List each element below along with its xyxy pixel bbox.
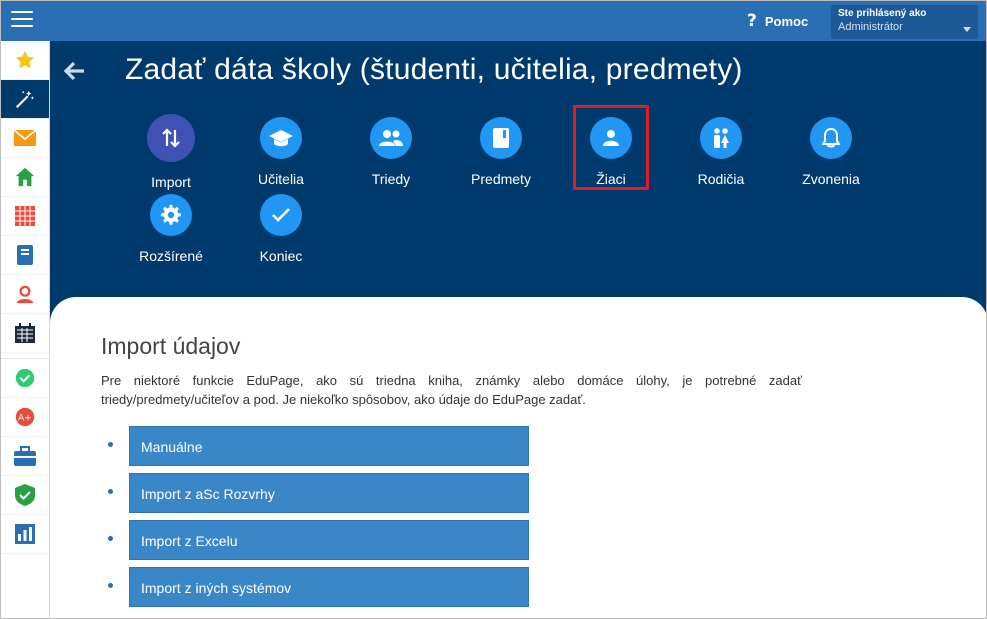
manual-entry-button[interactable]: Manuálne (129, 426, 529, 466)
check-icon (260, 194, 302, 236)
wizard-step-label: Triedy (371, 171, 411, 187)
user-role: Administrátor (838, 21, 903, 33)
page-title: Zadať dáta školy (študenti, učitelia, pr… (125, 53, 743, 86)
wizard-step-advanced[interactable]: Rozšírené (116, 194, 226, 264)
gear-icon (150, 194, 192, 236)
sidebar-item-calendar[interactable] (1, 197, 49, 236)
bell-icon (810, 117, 852, 159)
wizard-step-label: Učitelia (258, 171, 304, 187)
import-excel-button[interactable]: Import z Excelu (129, 520, 529, 560)
sidebar-item-security[interactable] (1, 476, 49, 515)
wizard-step-label: Rozšírené (139, 248, 203, 264)
checkmark-icon (15, 368, 35, 388)
sidebar-item-home[interactable] (1, 158, 49, 197)
book-icon (480, 117, 522, 159)
sidebar-item-work[interactable] (1, 437, 49, 476)
graduation-cap-icon (260, 117, 302, 159)
chevron-down-icon (963, 27, 971, 32)
bullet (108, 489, 113, 494)
parents-icon (700, 117, 742, 159)
bullet (108, 583, 113, 588)
question-icon: ? (747, 11, 757, 31)
svg-text:A+: A+ (18, 413, 32, 424)
envelope-icon (14, 130, 36, 146)
wizard-step-label: Zvonenia (802, 171, 860, 187)
import-arrows-icon (147, 114, 195, 162)
calendar-grid-icon (15, 206, 35, 226)
wizard-step-label: Predmety (471, 171, 531, 187)
bar-chart-icon (15, 524, 35, 544)
user-menu[interactable]: Ste prihlásený ako Administrátor (831, 5, 978, 39)
sidebar-item-messages[interactable] (1, 119, 49, 158)
bullet (108, 536, 113, 541)
back-arrow-icon (63, 61, 84, 81)
wizard-step-subjects[interactable]: Predmety (446, 117, 556, 187)
sidebar-item-timetable[interactable] (1, 314, 49, 353)
wizard-step-bells[interactable]: Zvonenia (776, 117, 886, 187)
highlight-box (573, 105, 649, 190)
briefcase-icon (14, 446, 36, 466)
sidebar-item-wizard[interactable] (1, 80, 49, 119)
wizard-step-label: Import (151, 174, 191, 190)
wizard-step-import[interactable]: Import (116, 114, 226, 190)
wizard-step-label: Koniec (259, 248, 303, 264)
wizard-step-teachers[interactable]: Učitelia (226, 117, 336, 187)
bullet (108, 442, 113, 447)
section-description: Pre niektoré funkcie EduPage, ako sú tri… (101, 373, 802, 407)
content-card: Import údajov Pre niektoré funkcie EduPa… (50, 297, 986, 618)
star-icon (15, 50, 35, 69)
help-label: Pomoc (764, 13, 809, 29)
sidebar-item-notebook[interactable] (1, 236, 49, 275)
sidebar: A+ (1, 41, 50, 618)
timetable-icon (15, 323, 35, 343)
wizard-step-label: Rodičia (697, 171, 745, 187)
import-other-systems-button[interactable]: Import z iných systémov (129, 567, 529, 607)
sidebar-item-support[interactable] (1, 275, 49, 314)
sidebar-item-grades[interactable]: A+ (1, 398, 49, 437)
sidebar-item-favorites[interactable] (1, 41, 49, 80)
grade-icon: A+ (15, 407, 35, 427)
shield-check-icon (15, 484, 35, 506)
help-button[interactable]: ? Pomoc (747, 11, 808, 31)
top-bar: ? Pomoc Ste prihlásený ako Administrátor (1, 1, 986, 41)
home-icon (15, 167, 35, 187)
sidebar-item-attendance[interactable] (1, 359, 49, 398)
import-asc-button[interactable]: Import z aSc Rozvrhy (129, 473, 529, 513)
app-window: ? Pomoc Ste prihlásený ako Administrátor (0, 0, 987, 619)
wizard-step-parents[interactable]: Rodičia (666, 117, 776, 187)
menu-icon[interactable] (11, 11, 33, 29)
magic-wand-icon (15, 90, 34, 109)
section-title: Import údajov (101, 333, 241, 359)
sidebar-item-statistics[interactable] (1, 515, 49, 554)
people-icon (370, 117, 412, 159)
user-support-icon (16, 285, 34, 304)
user-login-label: Ste prihlásený ako (838, 8, 927, 19)
back-button[interactable] (63, 61, 85, 86)
wizard-step-finish[interactable]: Koniec (226, 194, 336, 264)
notebook-icon (17, 245, 33, 265)
wizard-step-classes[interactable]: Triedy (336, 117, 446, 187)
